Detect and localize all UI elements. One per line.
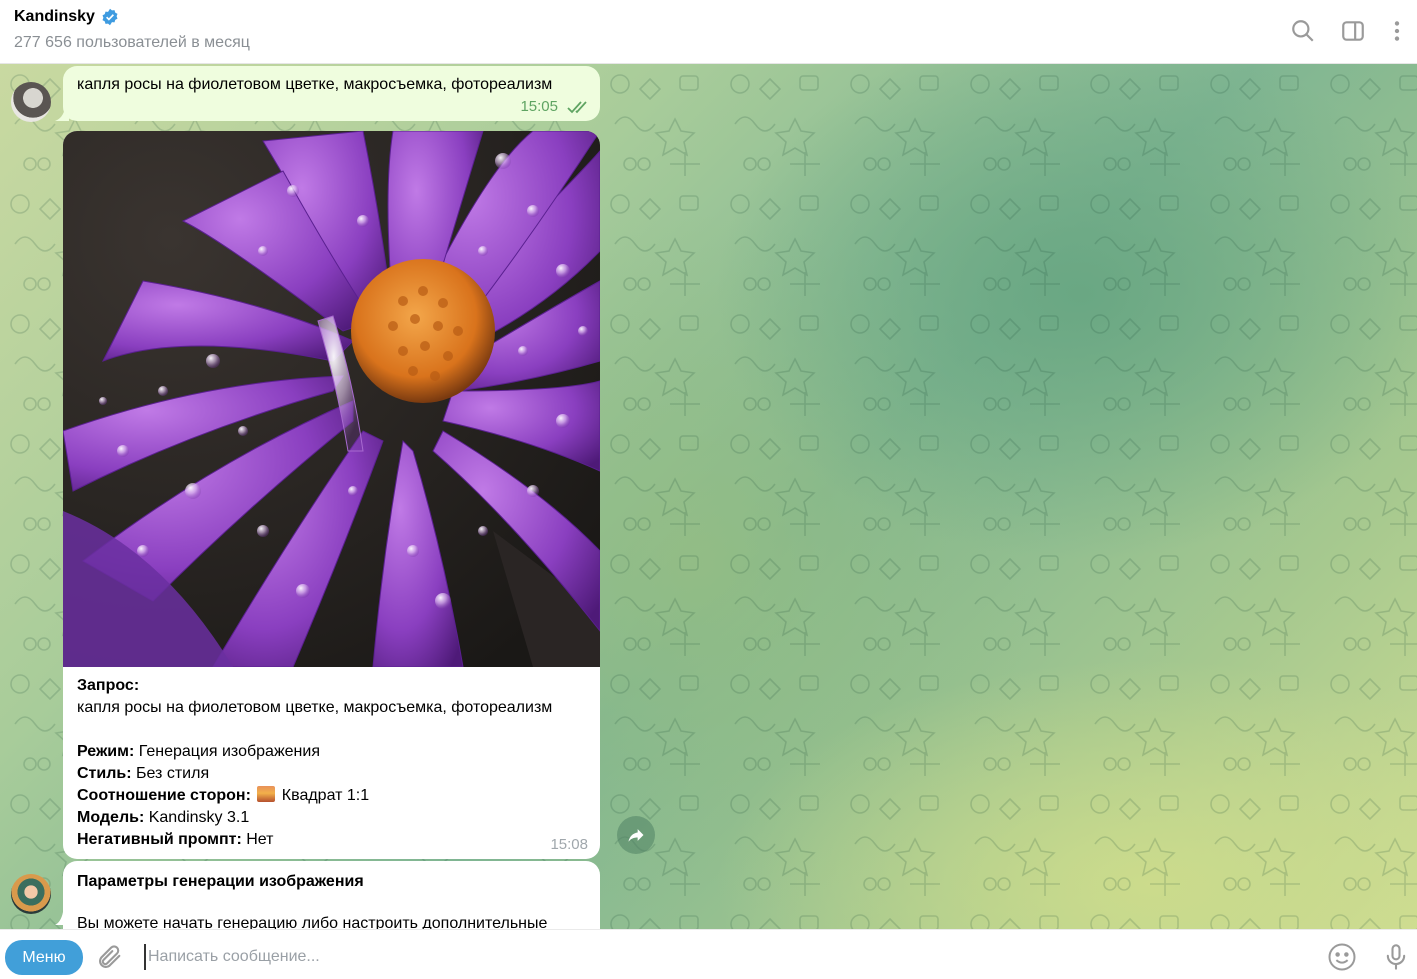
mode-label: Режим:	[77, 743, 135, 760]
message-time: 15:08	[550, 836, 588, 853]
more-vertical-icon[interactable]	[1384, 18, 1410, 44]
ratio-label: Соотношение сторон:	[77, 787, 251, 804]
message-text: капля росы на фиолетовом цветке, макросъ…	[77, 76, 553, 93]
style-value: Без стиля	[131, 765, 210, 782]
chat-subtitle: 277 656 пользователей в месяц	[14, 34, 250, 51]
double-check-icon	[567, 101, 587, 114]
search-icon[interactable]	[1290, 18, 1316, 44]
chat-title-row[interactable]: Kandinsky	[14, 8, 119, 26]
emoji-icon[interactable]	[1327, 942, 1357, 972]
verified-icon	[102, 8, 118, 26]
request-label: Запрос:	[77, 677, 140, 694]
chat-title[interactable]: Kandinsky	[14, 8, 95, 26]
message-time: 15:05	[520, 98, 558, 115]
params-message[interactable]: Параметры генерации изображения Вы может…	[63, 861, 600, 929]
generated-image-message[interactable]: Запрос: капля росы на фиолетовом цветке,…	[63, 131, 600, 859]
chat-area[interactable]: капля росы на фиолетовом цветке, макросъ…	[0, 64, 1417, 929]
paperclip-icon[interactable]	[96, 943, 124, 971]
image-caption: Запрос: капля росы на фиолетовом цветке,…	[77, 675, 552, 851]
params-body: Вы можете начать генерацию либо настроит…	[77, 915, 548, 929]
negative-prompt-label: Негативный промпт:	[77, 831, 242, 848]
forward-button[interactable]	[617, 816, 655, 854]
sunset-emoji-icon	[257, 786, 276, 802]
negative-prompt-value: Нет	[241, 831, 274, 848]
mode-value: Генерация изображения	[134, 743, 320, 760]
model-value: Kandinsky 3.1	[144, 809, 250, 826]
message-composer: Меню	[0, 929, 1417, 979]
microphone-icon[interactable]	[1382, 942, 1410, 972]
sidebar-toggle-icon[interactable]	[1340, 18, 1366, 44]
message-input[interactable]	[144, 944, 1294, 970]
outgoing-message[interactable]: капля росы на фиолетовом цветке, макросъ…	[63, 66, 600, 121]
params-title: Параметры генерации изображения	[77, 873, 364, 890]
ratio-value: Квадрат 1:1	[281, 787, 370, 804]
bot-avatar[interactable]	[11, 874, 51, 914]
user-avatar[interactable]	[11, 82, 51, 122]
request-text: капля росы на фиолетовом цветке, макросъ…	[77, 699, 553, 716]
style-label: Стиль:	[77, 765, 132, 782]
share-icon	[628, 829, 644, 842]
menu-button[interactable]: Меню	[5, 940, 83, 975]
chat-header: Kandinsky 277 656 пользователей в месяц	[0, 0, 1417, 64]
model-label: Модель:	[77, 809, 145, 826]
generated-flower-image[interactable]	[63, 131, 600, 667]
